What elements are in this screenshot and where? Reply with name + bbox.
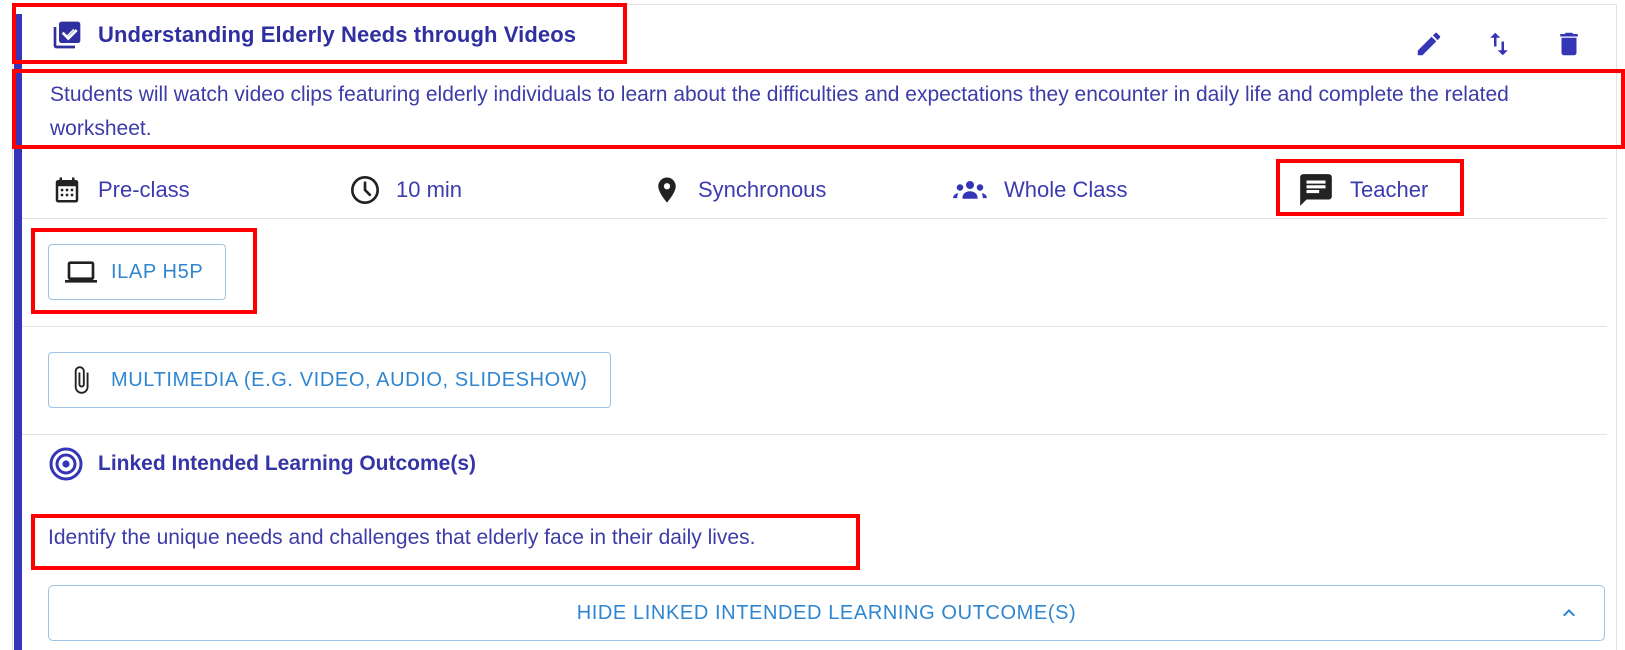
meta-lead-label: Teacher xyxy=(1350,177,1429,202)
hide-ilo-label: HIDE LINKED INTENDED LEARNING OUTCOME(S) xyxy=(576,601,1077,624)
group-icon xyxy=(950,173,990,207)
location-pin-icon xyxy=(650,173,684,207)
activity-title: Understanding Elderly Needs through Vide… xyxy=(98,22,577,47)
hide-ilo-button[interactable]: HIDE LINKED INTENDED LEARNING OUTCOME(S) xyxy=(48,585,1605,641)
paperclip-icon xyxy=(65,364,97,396)
resource-ilap-h5p-button[interactable]: ILAP H5P xyxy=(48,244,227,300)
pencil-icon[interactable] xyxy=(1413,28,1445,60)
activity-actions xyxy=(1413,28,1585,60)
accent-bar xyxy=(14,14,22,650)
meta-timing-label: Pre-class xyxy=(98,177,190,202)
divider xyxy=(22,434,1607,435)
meta-grouping-label: Whole Class xyxy=(1004,177,1128,202)
divider xyxy=(22,218,1607,219)
meta-timing: Pre-class xyxy=(50,170,190,210)
resource-label: ILAP H5P xyxy=(111,260,204,283)
ilo-title: Linked Intended Learning Outcome(s) xyxy=(98,452,477,475)
activity-title-row: Understanding Elderly Needs through Vide… xyxy=(50,18,576,52)
chevron-up-icon xyxy=(1556,600,1582,626)
divider xyxy=(22,326,1607,327)
target-icon xyxy=(48,446,84,482)
meta-mode: Synchronous xyxy=(650,170,826,210)
swap-vertical-icon[interactable] xyxy=(1483,28,1515,60)
trash-icon[interactable] xyxy=(1553,28,1585,60)
ilo-item: Identify the unique needs and challenges… xyxy=(48,526,756,549)
resource-multimedia-button[interactable]: MULTIMEDIA (E.G. VIDEO, AUDIO, SLIDESHOW… xyxy=(48,352,611,408)
laptop-icon xyxy=(65,256,97,288)
ilo-heading: Linked Intended Learning Outcome(s) xyxy=(48,446,476,482)
meta-mode-label: Synchronous xyxy=(698,177,827,202)
meta-duration: 10 min xyxy=(348,170,462,210)
meta-duration-label: 10 min xyxy=(396,177,463,202)
meta-grouping: Whole Class xyxy=(950,170,1127,210)
checkbox-multiple-icon xyxy=(50,18,84,52)
meta-lead: Teacher xyxy=(1296,170,1428,210)
resource-label: MULTIMEDIA (E.G. VIDEO, AUDIO, SLIDESHOW… xyxy=(111,368,588,391)
chat-bubble-icon xyxy=(1296,173,1336,207)
clock-icon xyxy=(348,173,382,207)
activity-meta-row: Pre-class 10 min Synchronous Whole Class… xyxy=(50,170,1610,214)
activity-description: Students will watch video clips featurin… xyxy=(50,83,1509,140)
activity-card: Understanding Elderly Needs through Vide… xyxy=(0,0,1625,650)
calendar-icon xyxy=(50,173,84,207)
